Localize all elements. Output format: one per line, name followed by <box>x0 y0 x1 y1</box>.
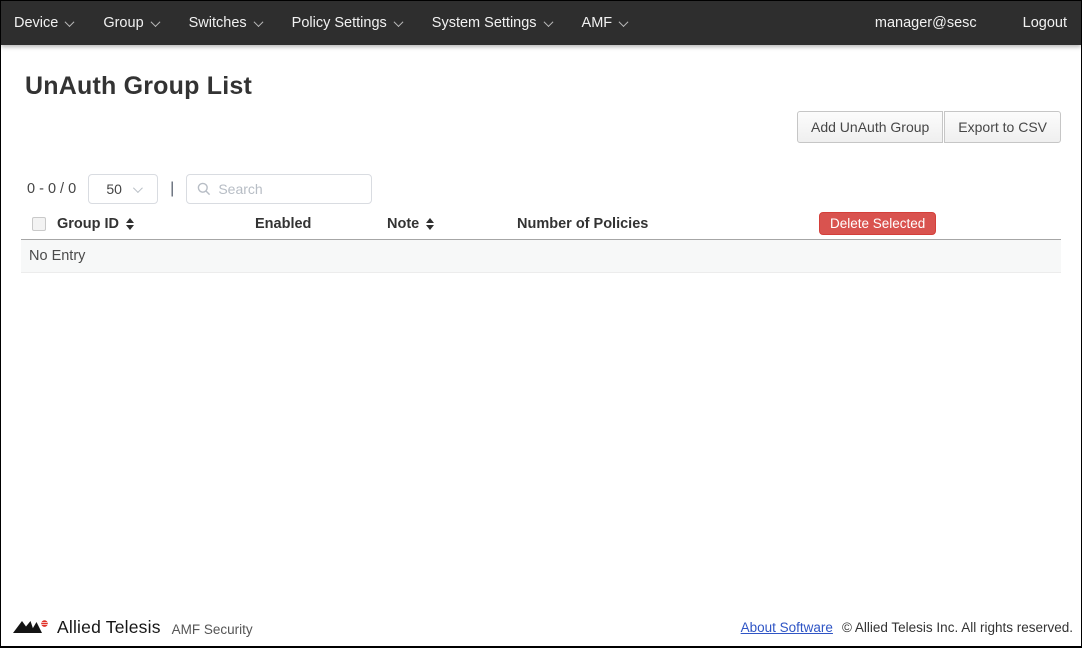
footer-legal-area: About Software © Allied Telesis Inc. All… <box>741 620 1073 635</box>
column-label: Group ID <box>57 216 119 232</box>
logged-in-user: manager@sesc <box>875 15 977 31</box>
controls-separator: | <box>170 180 174 198</box>
chevron-down-icon <box>253 17 263 27</box>
select-all-checkbox[interactable] <box>32 217 46 231</box>
nav-item-system-settings[interactable]: System Settings <box>432 15 552 31</box>
chevron-down-icon <box>619 17 629 27</box>
chevron-down-icon <box>150 17 160 27</box>
main-content: UnAuth Group List Add UnAuth Group Expor… <box>1 45 1081 614</box>
nav-item-policy-settings[interactable]: Policy Settings <box>292 15 402 31</box>
page-size-value: 50 <box>106 181 122 197</box>
column-label: Enabled <box>255 216 311 232</box>
nav-item-label: Device <box>14 15 58 31</box>
nav-item-switches[interactable]: Switches <box>189 15 262 31</box>
nav-item-label: System Settings <box>432 15 537 31</box>
top-navbar: Device Group Switches Policy Settings Sy… <box>1 1 1081 45</box>
brand-name: Allied Telesis <box>57 617 161 638</box>
page-size-select[interactable]: 50 <box>88 174 158 204</box>
product-name: AMF Security <box>172 622 253 637</box>
search-input[interactable] <box>218 181 361 197</box>
search-box <box>186 174 372 204</box>
delete-selected-button[interactable]: Delete Selected <box>819 212 936 235</box>
table-actions-cell: Delete Selected <box>819 212 1061 235</box>
chevron-down-icon <box>393 17 403 27</box>
nav-item-label: Switches <box>189 15 247 31</box>
column-label: Number of Policies <box>517 216 648 232</box>
app-window: Device Group Switches Policy Settings Sy… <box>0 0 1082 648</box>
empty-row-text: No Entry <box>29 248 85 264</box>
nav-item-label: AMF <box>582 15 613 31</box>
table-empty-row: No Entry <box>21 240 1061 273</box>
nav-item-group[interactable]: Group <box>103 15 158 31</box>
footer-brand-area: Allied Telesis AMF Security <box>13 617 253 638</box>
column-header-enabled: Enabled <box>255 216 387 232</box>
about-software-link[interactable]: About Software <box>741 620 833 635</box>
pagination-range: 0 - 0 / 0 <box>27 181 76 197</box>
column-header-number-of-policies: Number of Policies <box>517 216 819 232</box>
export-to-csv-button[interactable]: Export to CSV <box>944 111 1061 143</box>
footer: Allied Telesis AMF Security About Softwa… <box>1 614 1081 646</box>
chevron-down-icon <box>543 17 553 27</box>
sort-icon[interactable] <box>126 218 134 230</box>
nav-item-label: Group <box>103 15 143 31</box>
logout-button[interactable]: Logout <box>1023 15 1067 31</box>
copyright-text: © Allied Telesis Inc. All rights reserve… <box>842 620 1073 635</box>
list-controls: 0 - 0 / 0 50 | <box>27 174 1061 204</box>
nav-item-device[interactable]: Device <box>14 15 73 31</box>
table-header-row: Group ID Enabled Note Number of Policies… <box>21 213 1061 240</box>
toolbar: Add UnAuth Group Export to CSV <box>21 111 1061 143</box>
nav-item-amf[interactable]: AMF <box>582 15 628 31</box>
add-unauth-group-button[interactable]: Add UnAuth Group <box>797 111 943 143</box>
chevron-down-icon <box>65 17 75 27</box>
sort-icon[interactable] <box>426 218 434 230</box>
column-label: Note <box>387 216 419 232</box>
column-header-note[interactable]: Note <box>387 216 517 232</box>
allied-telesis-logo-icon <box>13 619 51 636</box>
search-icon <box>197 182 211 196</box>
select-all-cell <box>21 217 57 231</box>
chevron-down-icon <box>133 183 143 193</box>
column-header-group-id[interactable]: Group ID <box>57 216 255 232</box>
nav-item-label: Policy Settings <box>292 15 387 31</box>
page-title: UnAuth Group List <box>25 72 1061 101</box>
